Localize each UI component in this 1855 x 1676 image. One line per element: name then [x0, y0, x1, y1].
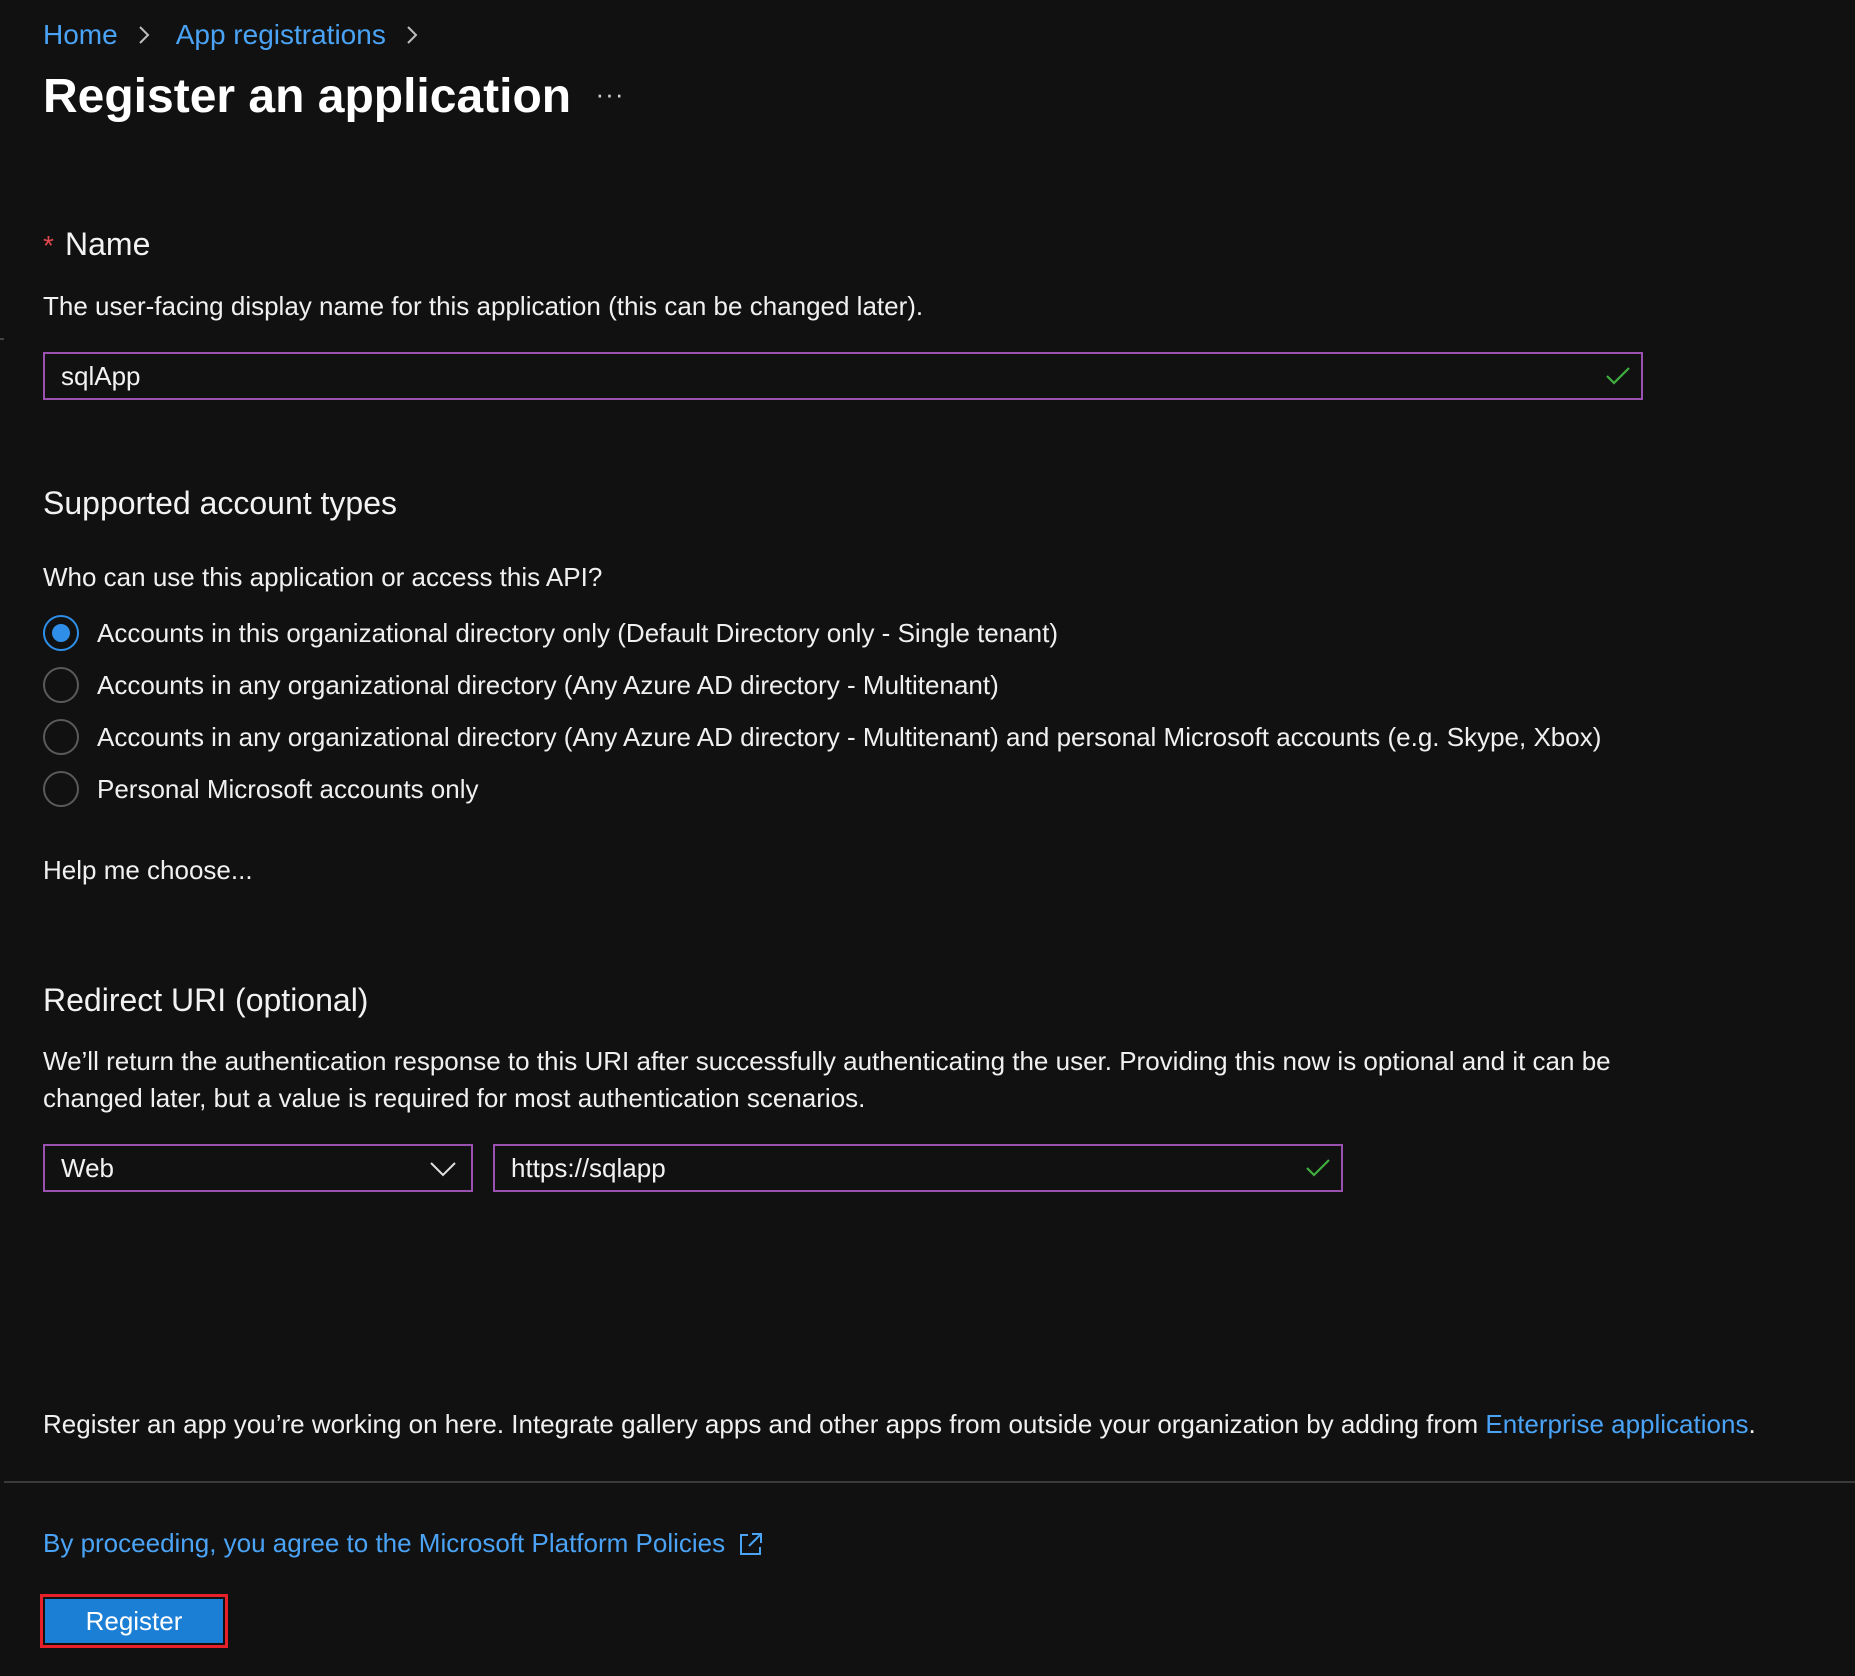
- platform-select[interactable]: Web: [43, 1144, 473, 1192]
- breadcrumb-home-link[interactable]: Home: [43, 19, 118, 51]
- register-button[interactable]: Register: [45, 1599, 223, 1643]
- name-label: Name: [65, 226, 151, 262]
- account-option-label: Personal Microsoft accounts only: [97, 773, 479, 804]
- redirect-uri-heading: Redirect URI (optional): [43, 982, 369, 1018]
- enterprise-applications-link[interactable]: Enterprise applications: [1485, 1409, 1748, 1439]
- help-me-choose-link[interactable]: Help me choose...: [43, 852, 253, 889]
- external-link-icon[interactable]: [737, 1530, 765, 1558]
- checkmark-icon: [1306, 1159, 1330, 1177]
- account-option-personal-only[interactable]: Personal Microsoft accounts only: [43, 769, 479, 809]
- chevron-right-icon: [138, 26, 150, 44]
- platform-policies-link[interactable]: By proceeding, you agree to the Microsof…: [43, 1525, 725, 1562]
- radio-button-selected[interactable]: [43, 615, 79, 651]
- account-option-single-tenant[interactable]: Accounts in this organizational director…: [43, 613, 1058, 653]
- account-types-question: Who can use this application or access t…: [43, 562, 603, 592]
- chevron-right-icon: [407, 26, 418, 44]
- enterprise-note-text: Register an app you’re working on here. …: [43, 1409, 1486, 1439]
- breadcrumb-app-registrations-link[interactable]: App registrations: [176, 19, 386, 51]
- platform-policies-row: By proceeding, you agree to the Microsof…: [43, 1525, 765, 1562]
- redirect-description-line1: We’ll return the authentication response…: [43, 1046, 1611, 1076]
- radio-button[interactable]: [43, 771, 79, 807]
- account-option-multitenant[interactable]: Accounts in any organizational directory…: [43, 665, 999, 705]
- account-option-multitenant-personal[interactable]: Accounts in any organizational directory…: [43, 717, 1601, 757]
- register-app-page: Home App registrations Register an appli…: [0, 0, 1855, 1676]
- radio-button[interactable]: [43, 719, 79, 755]
- more-options-button[interactable]: ···: [592, 80, 628, 108]
- footer-divider: [4, 1481, 1855, 1483]
- name-input[interactable]: sqlApp: [43, 352, 1643, 400]
- account-option-label: Accounts in this organizational director…: [97, 617, 1059, 648]
- redirect-uri-value: https://sqlapp: [511, 1152, 666, 1183]
- enterprise-note: Register an app you’re working on here. …: [43, 1406, 1756, 1443]
- page-title: Register an application: [43, 70, 572, 123]
- required-marker: *: [43, 230, 54, 261]
- enterprise-note-suffix: .: [1748, 1409, 1756, 1439]
- chevron-down-icon: [430, 1162, 456, 1177]
- name-input-value: sqlApp: [61, 360, 141, 391]
- account-types-heading: Supported account types: [43, 485, 398, 521]
- name-description: The user-facing display name for this ap…: [43, 291, 924, 321]
- redirect-description-line2: changed later, but a value is required f…: [43, 1083, 866, 1113]
- redirect-uri-input[interactable]: https://sqlapp: [493, 1144, 1343, 1192]
- radio-button[interactable]: [43, 667, 79, 703]
- checkmark-icon: [1606, 367, 1630, 385]
- left-edge-marker: [0, 338, 4, 340]
- account-option-label: Accounts in any organizational directory…: [97, 669, 999, 700]
- breadcrumb: Home App registrations: [43, 14, 444, 56]
- account-option-label: Accounts in any organizational directory…: [97, 721, 1602, 752]
- platform-select-value: Web: [61, 1152, 114, 1183]
